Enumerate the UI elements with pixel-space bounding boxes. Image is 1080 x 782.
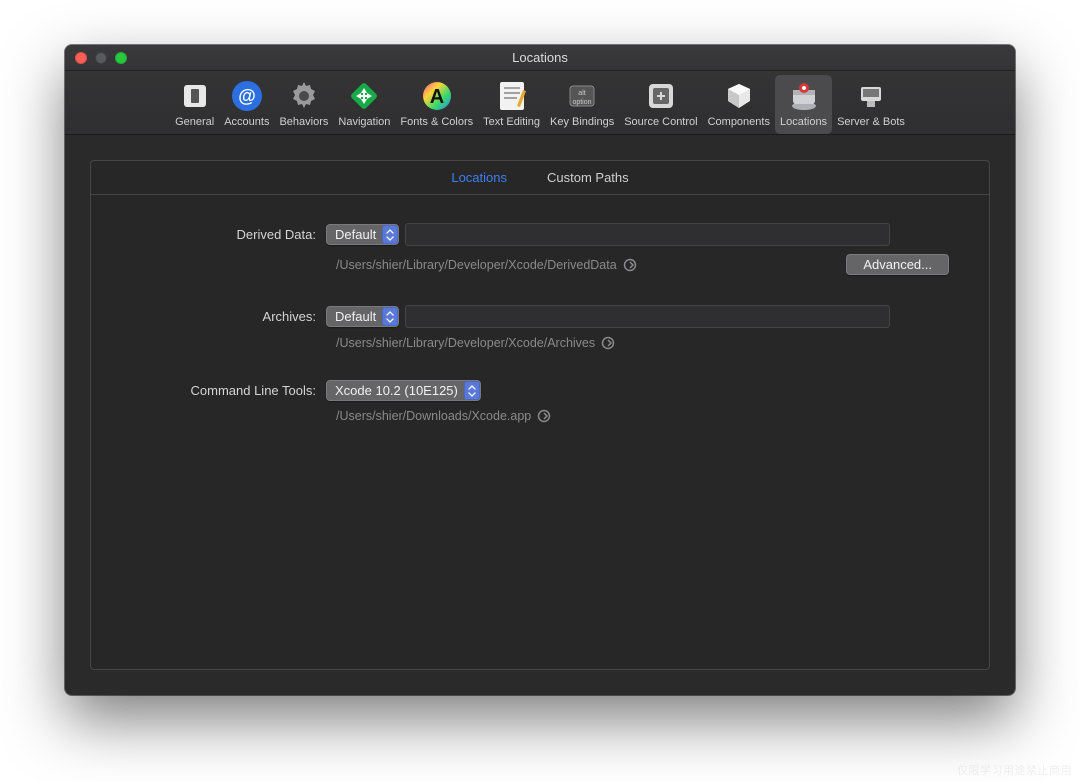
minimize-window-button[interactable] [95,52,107,64]
chevron-updown-icon [382,225,398,244]
locations-form: Derived Data: Default /Users/shier/Libra… [91,195,989,473]
chevron-updown-icon [382,307,398,326]
tab-general[interactable]: General [170,75,219,134]
archives-value: Default [335,309,376,324]
cli-tools-label: Command Line Tools: [131,383,326,398]
preferences-toolbar: General @ Accounts Behaviors [65,71,1015,135]
tab-label: General [175,116,214,128]
tab-text-editing[interactable]: Text Editing [478,75,545,134]
locations-icon [787,79,821,113]
text-editing-icon [495,79,529,113]
advanced-button[interactable]: Advanced... [846,254,949,275]
tab-navigation[interactable]: Navigation [333,75,395,134]
window-title: Locations [65,50,1015,65]
tab-label: Navigation [338,116,390,128]
archives-row: Archives: Default [131,305,949,328]
archives-path-row: /Users/shier/Library/Developer/Xcode/Arc… [336,336,949,350]
window-controls [75,52,127,64]
tab-fonts-colors[interactable]: A Fonts & Colors [395,75,478,134]
tab-accounts[interactable]: @ Accounts [219,75,274,134]
zoom-window-button[interactable] [115,52,127,64]
archives-select[interactable]: Default [326,306,399,327]
tab-label: Key Bindings [550,116,614,128]
derived-data-select[interactable]: Default [326,224,399,245]
segment-locations[interactable]: Locations [451,170,507,185]
preferences-window: Locations General @ Accounts [65,45,1015,695]
tab-components[interactable]: Components [703,75,775,134]
derived-data-row: Derived Data: Default [131,223,949,246]
content-area: Locations Custom Paths Derived Data: Def… [65,135,1015,695]
components-icon [722,79,756,113]
navigation-icon [347,79,381,113]
tab-label: Behaviors [279,116,328,128]
tab-key-bindings[interactable]: alt option Key Bindings [545,75,619,134]
chevron-updown-icon [464,381,480,400]
svg-text:A: A [430,86,444,108]
segment-custom-paths[interactable]: Custom Paths [547,170,629,185]
svg-text:alt: alt [578,90,585,97]
watermark: 仅限学习用途禁止商用 [957,762,1072,778]
titlebar: Locations [65,45,1015,71]
cli-tools-value: Xcode 10.2 (10E125) [335,383,458,398]
general-icon [178,79,212,113]
reveal-in-finder-icon[interactable] [623,258,637,272]
archives-path-field[interactable] [405,305,890,328]
tab-label: Source Control [624,116,697,128]
archives-path: /Users/shier/Library/Developer/Xcode/Arc… [336,336,595,350]
svg-text:option: option [573,99,592,106]
reveal-in-finder-icon[interactable] [601,336,615,350]
tab-locations[interactable]: Locations [775,75,832,134]
tab-label: Server & Bots [837,116,905,128]
tab-server-bots[interactable]: Server & Bots [832,75,910,134]
tab-label: Text Editing [483,116,540,128]
server-bots-icon [854,79,888,113]
locations-panel: Locations Custom Paths Derived Data: Def… [90,160,990,670]
close-window-button[interactable] [75,52,87,64]
derived-data-path-field[interactable] [405,223,890,246]
accounts-icon: @ [230,79,264,113]
key-bindings-icon: alt option [565,79,599,113]
tab-behaviors[interactable]: Behaviors [274,75,333,134]
cli-tools-path-row: /Users/shier/Downloads/Xcode.app [336,409,949,423]
tab-label: Accounts [224,116,269,128]
source-control-icon [644,79,678,113]
behaviors-icon [287,79,321,113]
cli-tools-select[interactable]: Xcode 10.2 (10E125) [326,380,481,401]
tab-label: Fonts & Colors [400,116,473,128]
derived-data-path: /Users/shier/Library/Developer/Xcode/Der… [336,258,617,272]
fonts-colors-icon: A [420,79,454,113]
derived-data-label: Derived Data: [131,227,326,242]
derived-data-path-row: /Users/shier/Library/Developer/Xcode/Der… [336,254,949,275]
tab-label: Locations [780,116,827,128]
svg-text:@: @ [238,86,256,106]
segment-control: Locations Custom Paths [91,161,989,195]
cli-tools-path: /Users/shier/Downloads/Xcode.app [336,409,531,423]
derived-data-value: Default [335,227,376,242]
archives-label: Archives: [131,309,326,324]
tab-source-control[interactable]: Source Control [619,75,702,134]
cli-tools-row: Command Line Tools: Xcode 10.2 (10E125) [131,380,949,401]
tab-label: Components [708,116,770,128]
reveal-in-finder-icon[interactable] [537,409,551,423]
